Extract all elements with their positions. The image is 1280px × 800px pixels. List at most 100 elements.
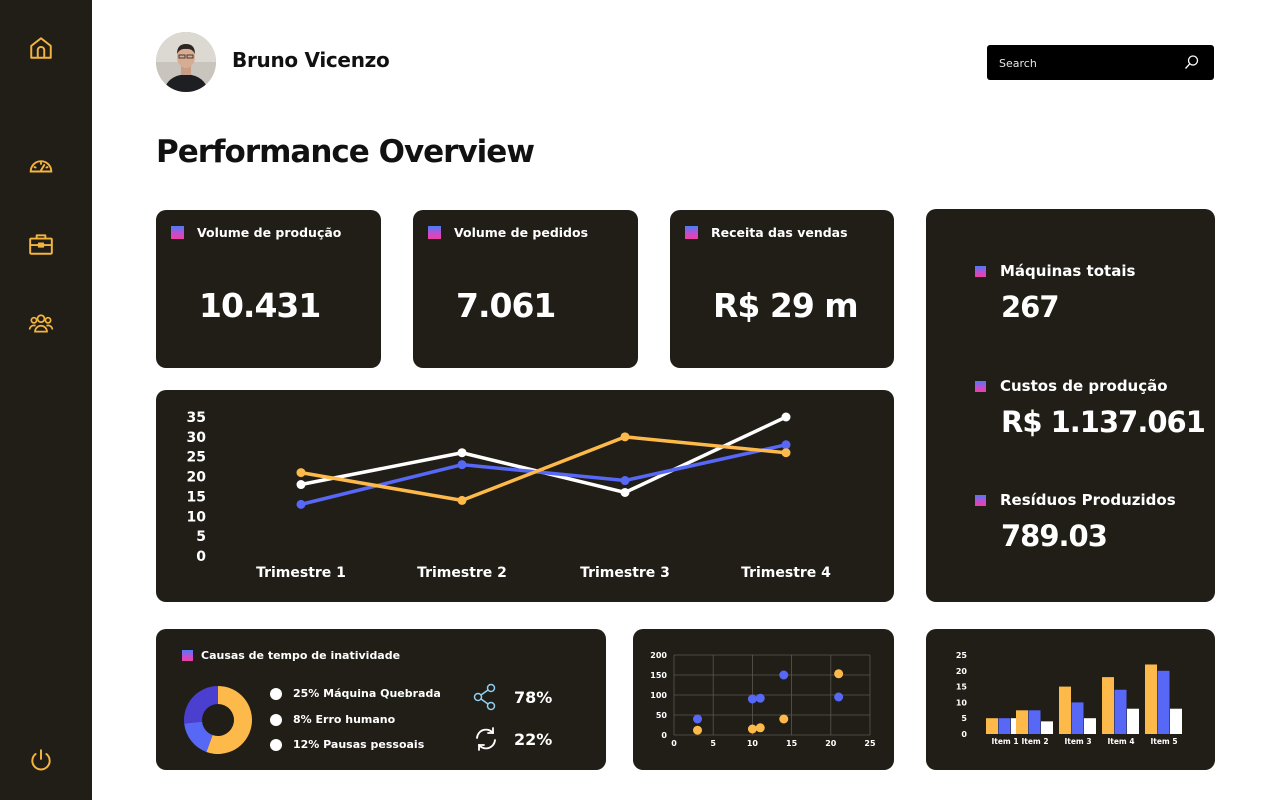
gauge-icon[interactable] xyxy=(27,151,55,179)
briefcase-icon[interactable] xyxy=(27,230,55,258)
share-icon[interactable] xyxy=(472,683,500,711)
sync-icon[interactable] xyxy=(472,725,500,753)
series-line xyxy=(300,443,787,507)
scatter-point xyxy=(747,724,757,734)
legend-item: 25% Máquina Quebrada xyxy=(270,687,441,700)
scatter-chart: 200 150 100 50 00 5 10 15 20 25 xyxy=(650,651,876,748)
bar xyxy=(1102,677,1114,734)
legend-dot xyxy=(270,738,282,751)
bar xyxy=(1170,708,1182,734)
bar xyxy=(1145,664,1157,734)
avatar[interactable] xyxy=(156,32,216,92)
data-point xyxy=(781,448,791,458)
stat-label: Resíduos Produzidos xyxy=(1000,491,1176,509)
users-icon[interactable] xyxy=(27,309,55,337)
bar xyxy=(1157,670,1170,734)
legend-item: 12% Pausas pessoais xyxy=(270,738,424,751)
data-point xyxy=(781,440,791,450)
bar xyxy=(1127,708,1139,734)
legend-label: 8% Erro humano xyxy=(293,713,396,726)
downtime-swatch xyxy=(182,650,193,661)
x-tick-label: Trimestre 4 xyxy=(741,565,831,581)
data-point xyxy=(457,448,467,458)
stat-production-costs: Custos de produção R$ 1.137.061 xyxy=(975,377,1206,439)
scatter-point xyxy=(779,670,789,680)
kpi-swatch xyxy=(428,226,441,239)
stat-swatch xyxy=(975,265,986,277)
bar xyxy=(1059,686,1071,734)
kpi-label: Volume de produção xyxy=(197,225,342,240)
data-point xyxy=(296,499,306,509)
kpi-card-production-volume[interactable]: Volume de produção 10.431 xyxy=(156,210,381,368)
power-icon[interactable] xyxy=(27,746,55,774)
x-tick-label: 20 xyxy=(825,739,837,748)
x-tick-label: Item 3 xyxy=(1064,737,1091,746)
y-tick-label: 200 xyxy=(650,651,667,660)
x-tick-label: Item 5 xyxy=(1150,737,1177,746)
stat-swatch xyxy=(975,494,986,506)
stat-total-machines: Máquinas totais 267 xyxy=(975,262,1135,324)
data-point xyxy=(620,432,630,442)
scatter-point xyxy=(693,714,703,724)
y-tick-label: 10 xyxy=(956,698,968,707)
data-point xyxy=(620,487,630,497)
bar xyxy=(1028,710,1041,734)
line-chart-card: 35 30 25 20 15 10 5 0 Trimestre 1 Trimestre 2 Trim… xyxy=(156,390,894,602)
bar xyxy=(998,718,1011,734)
stat-waste-produced: Resíduos Produzidos 789.03 xyxy=(975,491,1176,553)
search-icon[interactable] xyxy=(1184,54,1200,70)
y-tick-label: 150 xyxy=(650,671,667,680)
y-tick-label: 15 xyxy=(956,683,968,692)
y-tick-label: 0 xyxy=(961,730,967,739)
stat-value: 267 xyxy=(1001,290,1060,324)
x-tick-label: 5 xyxy=(710,739,716,748)
bar xyxy=(1016,710,1028,734)
share-value: 78% xyxy=(514,687,553,707)
bar xyxy=(1071,702,1084,734)
stat-swatch xyxy=(975,380,986,392)
y-tick-label: 5 xyxy=(196,529,206,545)
data-point xyxy=(296,468,306,478)
kpi-value: 7.061 xyxy=(456,286,556,325)
x-tick-label: 25 xyxy=(864,739,876,748)
kpi-card-order-volume[interactable]: Volume de pedidos 7.061 xyxy=(413,210,638,368)
y-tick-label: 20 xyxy=(187,470,207,486)
y-tick-label: 15 xyxy=(187,489,206,505)
y-tick-label: 5 xyxy=(961,714,967,723)
scatter-chart-card: 200 150 100 50 0 0 5 10 15 20 25 xyxy=(633,629,894,770)
sync-value: 22% xyxy=(514,729,553,749)
kpi-swatch xyxy=(171,226,184,239)
downtime-card: Causas de tempo de inatividade 25% Máqui… xyxy=(156,629,606,770)
legend-dot xyxy=(270,687,282,700)
scatter-point xyxy=(834,692,844,702)
legend-label: 12% Pausas pessoais xyxy=(293,738,425,751)
y-tick-label: 0 xyxy=(661,731,667,740)
x-tick-label: Item 4 xyxy=(1107,737,1134,746)
bar xyxy=(1084,718,1096,734)
y-tick-label: 100 xyxy=(650,691,667,700)
kpi-value: 10.431 xyxy=(199,286,321,325)
pie-slice xyxy=(184,686,218,724)
legend-item: 8% Erro humano xyxy=(270,713,395,726)
y-tick-label: 35 xyxy=(187,410,206,426)
x-tick-label: 0 xyxy=(671,739,677,748)
scatter-point xyxy=(779,714,789,724)
x-tick-label: 10 xyxy=(747,739,759,748)
scatter-point xyxy=(755,723,765,733)
data-point xyxy=(296,480,306,490)
y-tick-label: 25 xyxy=(187,450,206,466)
legend-dot xyxy=(270,713,282,726)
bar-chart-card: 25 20 15 10 5 0 Item 1 Item 2 Item 3 Item 4 Item 5 xyxy=(926,629,1215,770)
kpi-label: Receita das vendas xyxy=(711,225,848,240)
kpi-card-sales-revenue[interactable]: Receita das vendas R$ 29 m xyxy=(670,210,894,368)
y-tick-label: 30 xyxy=(187,430,207,446)
stat-value: 789.03 xyxy=(1001,519,1108,553)
search-input[interactable] xyxy=(999,53,1179,73)
x-tick-label: Trimestre 2 xyxy=(417,565,507,581)
x-tick-label: 15 xyxy=(786,739,798,748)
search-bar xyxy=(987,45,1214,80)
home-icon[interactable] xyxy=(27,34,55,62)
y-tick-label: 0 xyxy=(196,549,206,565)
kpi-label: Volume de pedidos xyxy=(454,225,589,240)
scatter-point xyxy=(693,725,703,735)
